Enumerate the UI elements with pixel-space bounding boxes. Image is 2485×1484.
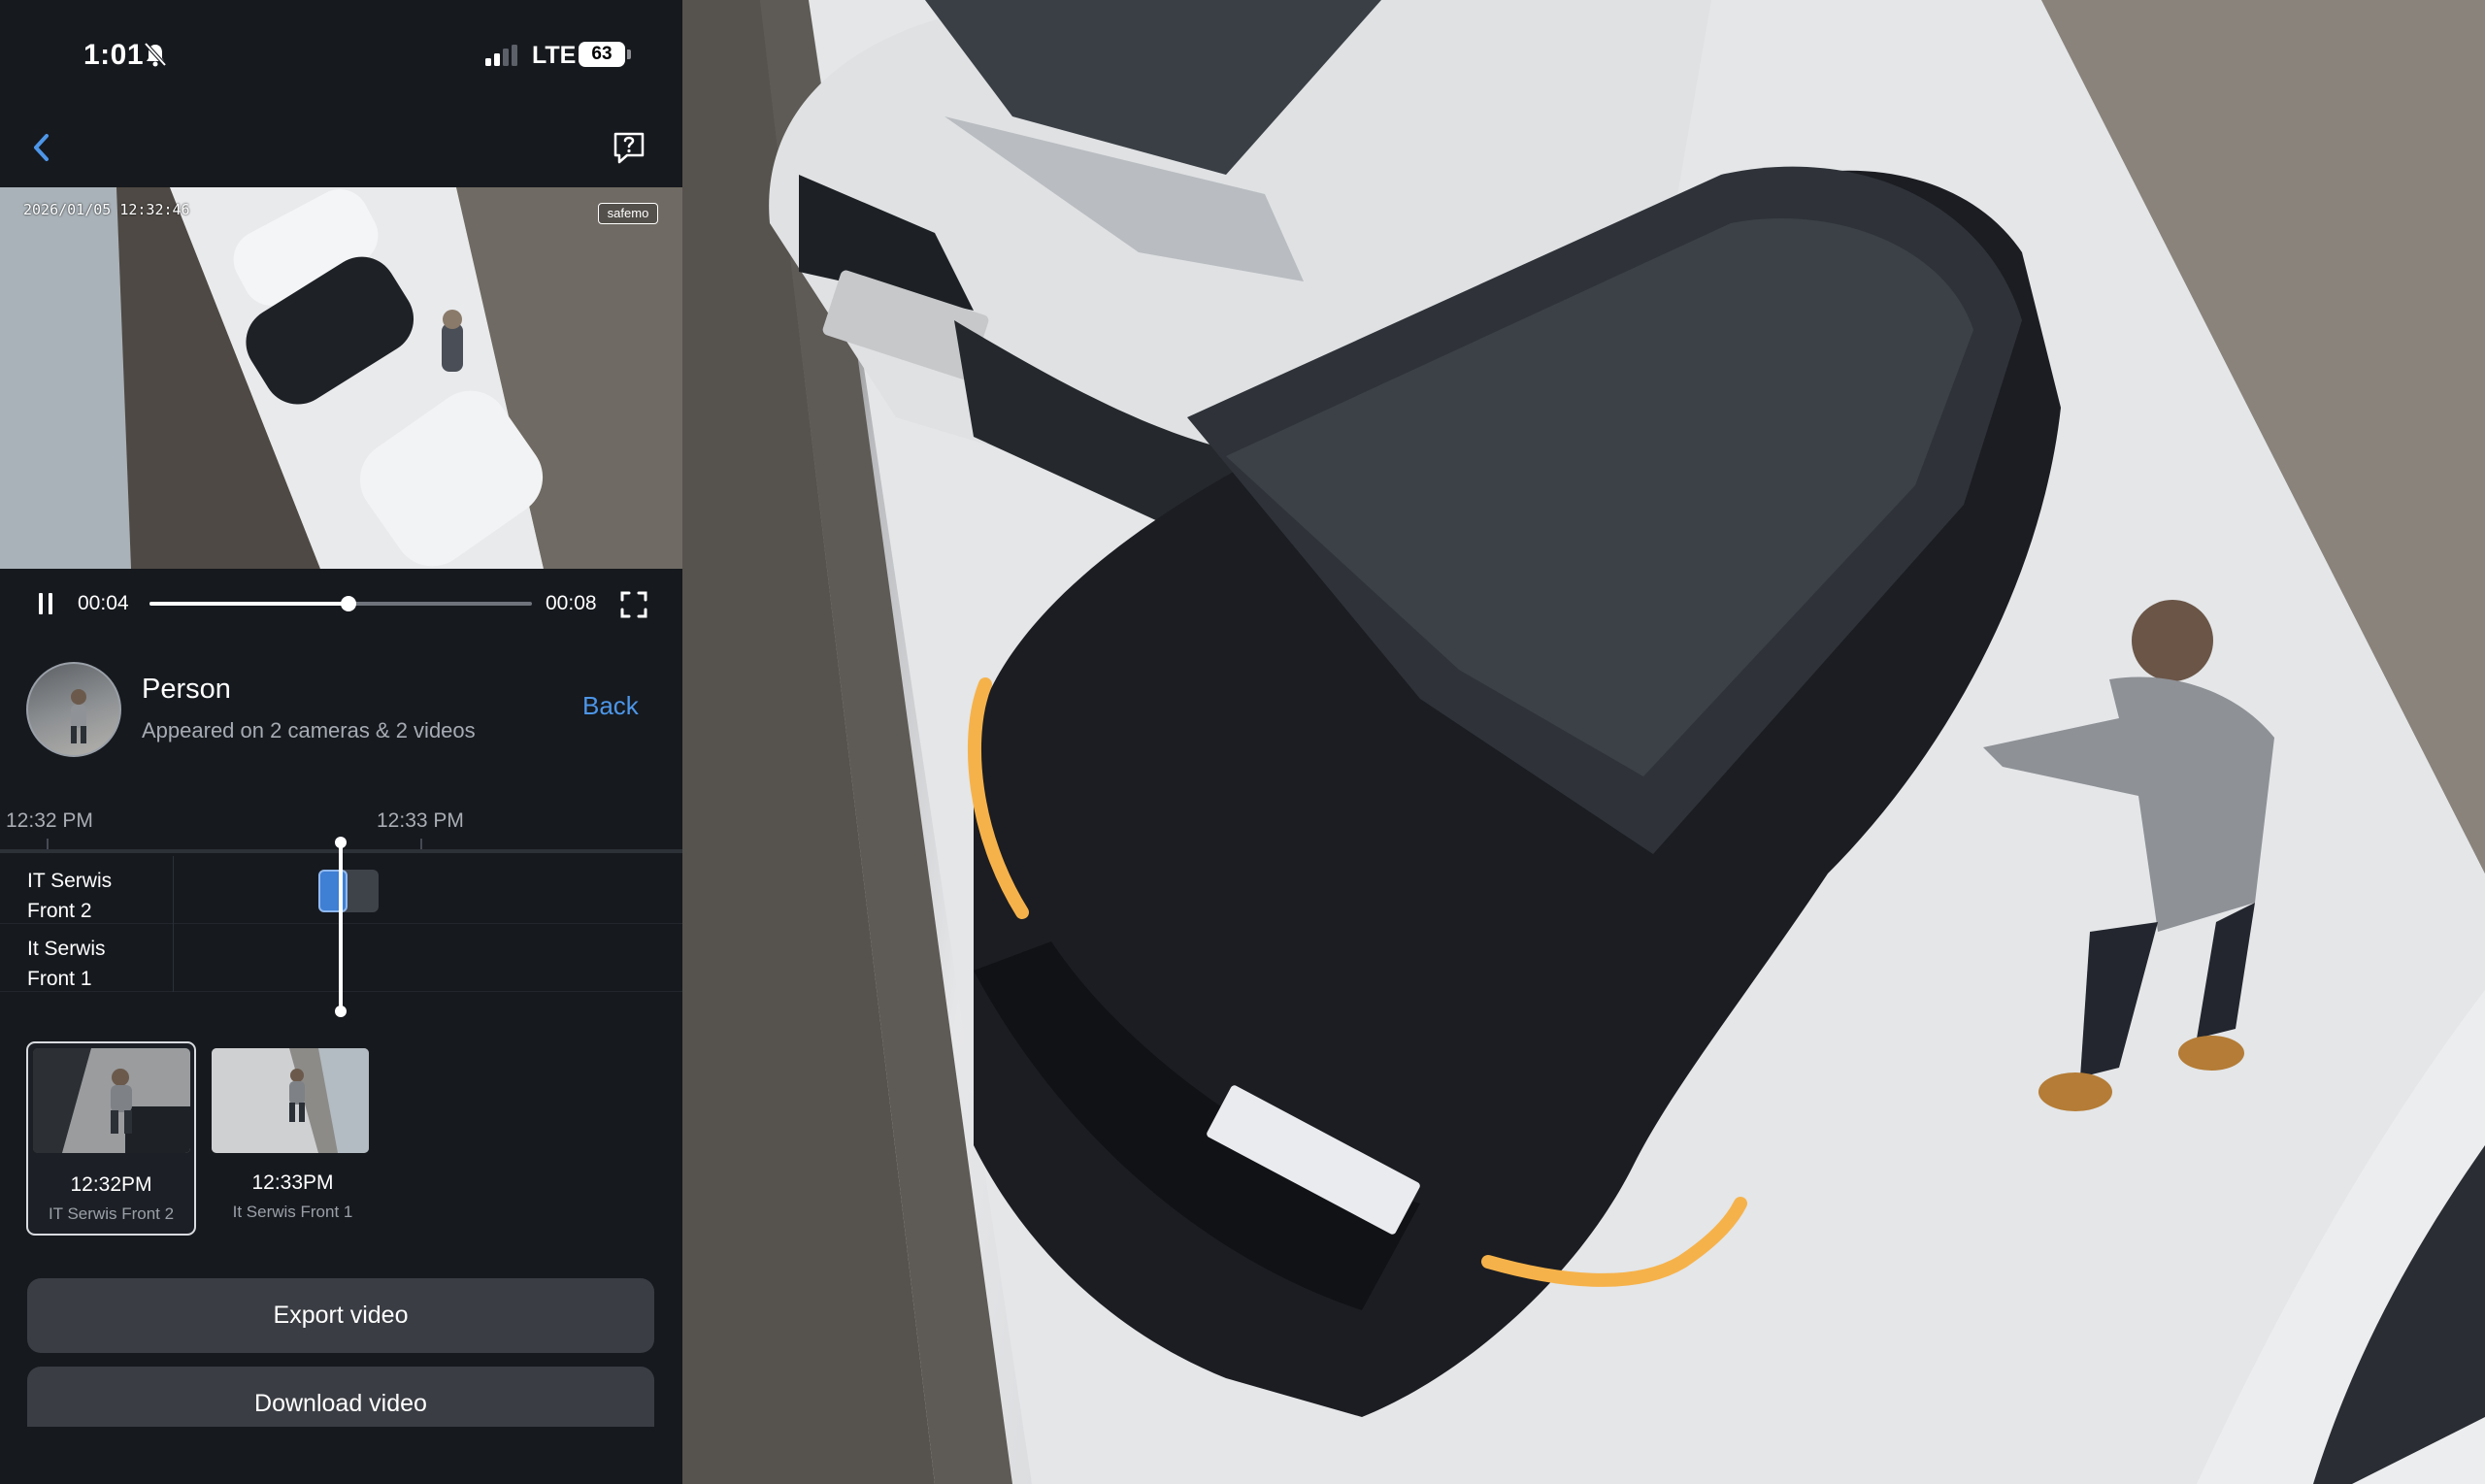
player-controls: 00:04 00:08 xyxy=(0,573,682,631)
export-video-button[interactable]: Export video xyxy=(27,1278,654,1353)
video-thumbnail-image xyxy=(212,1048,369,1153)
battery-cap xyxy=(627,49,631,59)
video-thumbnail-image xyxy=(33,1048,190,1153)
scrubber-progress xyxy=(149,602,348,606)
fullscreen-icon[interactable] xyxy=(619,590,648,619)
person-avatar xyxy=(26,662,121,757)
detection-title: Person xyxy=(142,674,231,705)
bell-muted-icon xyxy=(144,42,167,67)
camera-timeline[interactable]: 12:32 PM 12:33 PM IT Serwis Front 2 It S… xyxy=(0,796,682,1019)
detection-subtitle: Appeared on 2 cameras & 2 videos xyxy=(142,718,476,742)
video-timestamp-overlay: 2026/01/05 12:32:46 xyxy=(23,201,190,218)
camera-label: IT Serwis Front 2 xyxy=(27,870,113,922)
pause-icon[interactable] xyxy=(37,592,56,615)
video-preview[interactable]: 2026/01/05 12:32:46 safemo xyxy=(0,187,682,569)
elapsed-time: 00:04 xyxy=(78,592,129,614)
top-navigation xyxy=(0,107,682,189)
help-feedback-icon[interactable] xyxy=(610,128,648,167)
timeline-playhead[interactable] xyxy=(339,842,343,1011)
camera-scene xyxy=(682,0,2485,1484)
cellular-signal-icon xyxy=(485,45,517,66)
download-video-button[interactable]: Download video xyxy=(27,1367,654,1427)
video-scrubber[interactable] xyxy=(149,596,532,611)
timeline-tick-label: 12:32 PM xyxy=(6,809,93,832)
thumbnail-time: 12:32PM xyxy=(70,1173,152,1196)
thumbnail-camera: IT Serwis Front 2 xyxy=(48,1204,175,1223)
event-detail-panel: 1:01 LTE 63 2026/01/05 12:32:46 safemo 0… xyxy=(0,0,682,1484)
scrubber-knob[interactable] xyxy=(340,596,356,611)
playhead-bottom-dot xyxy=(335,1006,347,1017)
camera-brand-logo: safemo xyxy=(598,203,658,224)
battery-icon: 63 xyxy=(579,42,625,67)
camera-label: It Serwis Front 1 xyxy=(27,938,106,990)
back-chevron-icon[interactable] xyxy=(27,126,56,169)
camera-full-view xyxy=(682,0,2485,1484)
video-thumbnail-card[interactable]: 12:32PM IT Serwis Front 2 xyxy=(26,1041,196,1236)
duration-time: 00:08 xyxy=(546,592,597,614)
detection-header: Person Appeared on 2 cameras & 2 videos … xyxy=(0,650,682,767)
back-link[interactable]: Back xyxy=(582,691,639,721)
thumbnail-time: 12:33PM xyxy=(251,1171,334,1194)
person-avatar-image xyxy=(71,689,86,743)
clip-segment-active[interactable] xyxy=(318,870,348,912)
status-bar: 1:01 LTE 63 xyxy=(0,0,682,107)
video-thumbnail-card[interactable]: 12:33PM It Serwis Front 1 xyxy=(208,1041,378,1236)
timeline-tick-label: 12:33 PM xyxy=(377,809,464,832)
video-frame xyxy=(0,187,682,569)
thumbnail-camera: It Serwis Front 1 xyxy=(232,1203,353,1221)
network-type: LTE xyxy=(532,42,577,69)
status-time: 1:01 xyxy=(83,39,145,71)
